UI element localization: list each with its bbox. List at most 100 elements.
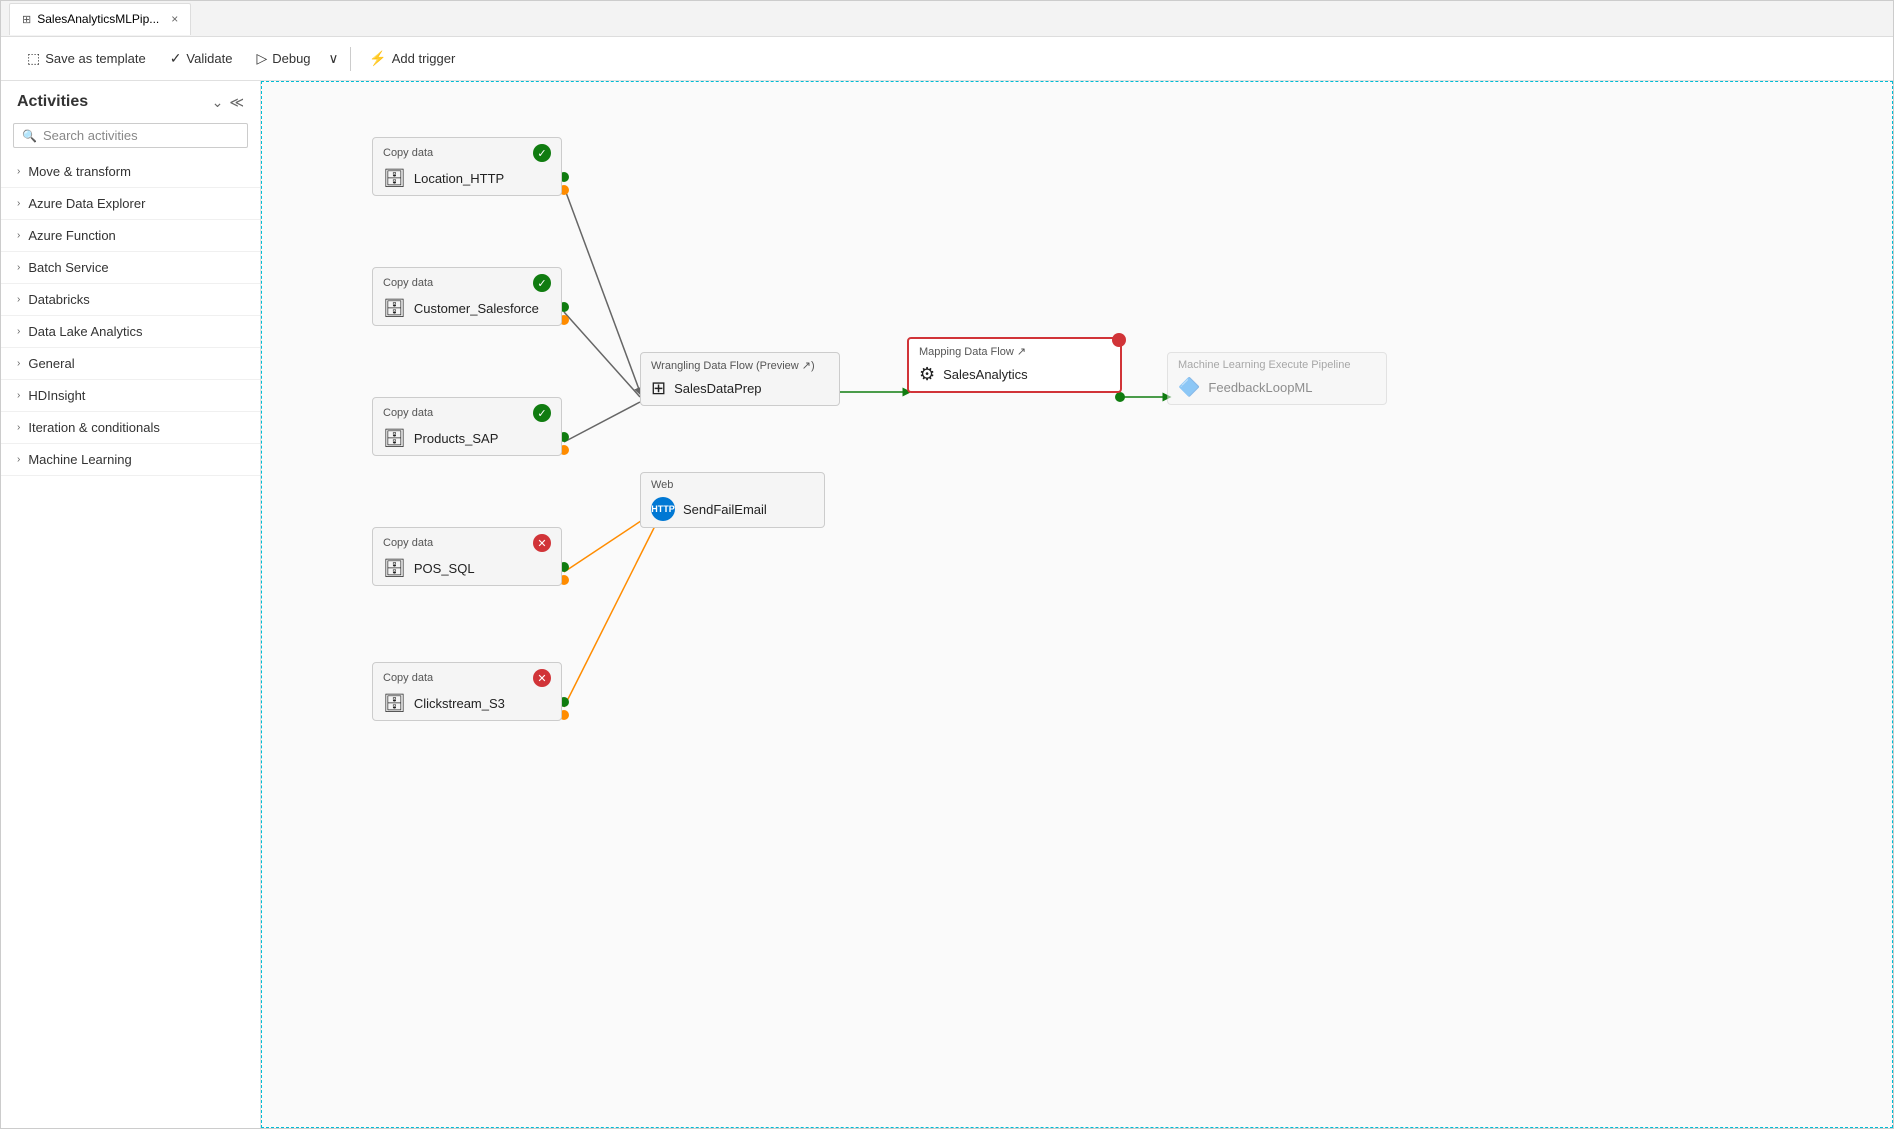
node-label-copy1: Location_HTTP (414, 171, 504, 186)
node-label-web: SendFailEmail (683, 502, 767, 517)
pipeline-tab-icon: ⊞ (22, 13, 31, 26)
node-feedback-loop-ml[interactable]: Machine Learning Execute Pipeline 🔷 Feed… (1167, 352, 1387, 405)
chevron-right-icon: › (17, 454, 20, 465)
toolbar-divider (350, 47, 351, 71)
activity-group-hdinsight[interactable]: › HDInsight (1, 380, 260, 412)
status-success-copy1: ✓ (533, 144, 551, 162)
node-header-copy1: Copy data ✓ (383, 144, 551, 162)
activity-group-data-lake-analytics[interactable]: › Data Lake Analytics (1, 316, 260, 348)
chevron-right-icon: › (17, 198, 20, 209)
validate-button[interactable]: ✓ Validate (160, 45, 243, 72)
node-body-copy5: 🗄 Clickstream_S3 (383, 693, 551, 714)
node-pos-sql[interactable]: Copy data ✕ 🗄 POS_SQL (372, 527, 562, 586)
chevron-right-icon: › (17, 230, 20, 241)
node-header-wrangling: Wrangling Data Flow (Preview ↗) (651, 359, 829, 372)
node-body-copy2: 🗄 Customer_Salesforce (383, 298, 551, 319)
trigger-icon: ⚡ (369, 50, 386, 67)
sidebar-header: Activities ⌄ ≪ (1, 81, 260, 119)
group-label-general: General (28, 356, 74, 371)
node-header-web: Web (651, 479, 814, 491)
chevron-right-icon: › (17, 166, 20, 177)
node-location-http[interactable]: Copy data ✓ 🗄 Location_HTTP (372, 137, 562, 196)
activity-group-azure-function[interactable]: › Azure Function (1, 220, 260, 252)
chevron-right-icon: › (17, 390, 20, 401)
activities-list: › Move & transform › Azure Data Explorer… (1, 156, 260, 1128)
activity-group-iteration-conditionals[interactable]: › Iteration & conditionals (1, 412, 260, 444)
status-error-copy5: ✕ (533, 669, 551, 687)
activity-group-databricks[interactable]: › Databricks (1, 284, 260, 316)
group-label-iteration-conditionals: Iteration & conditionals (28, 420, 160, 435)
node-type-copy5: Copy data (383, 672, 433, 684)
pipeline-canvas[interactable]: Copy data ✓ 🗄 Location_HTTP Copy data ✓ … (261, 81, 1893, 1128)
group-label-hdinsight: HDInsight (28, 388, 85, 403)
node-header-copy5: Copy data ✕ (383, 669, 551, 687)
node-header-ml: Machine Learning Execute Pipeline (1178, 359, 1376, 371)
node-products-sap[interactable]: Copy data ✓ 🗄 Products_SAP (372, 397, 562, 456)
node-label-copy2: Customer_Salesforce (414, 301, 539, 316)
group-label-batch-service: Batch Service (28, 260, 108, 275)
save-as-template-button[interactable]: ⬚ Save as template (17, 45, 156, 72)
toolbar: ⬚ Save as template ✓ Validate ▷ Debug ∨ … (1, 37, 1893, 81)
node-body-copy3: 🗄 Products_SAP (383, 428, 551, 449)
node-header-copy4: Copy data ✕ (383, 534, 551, 552)
activity-group-batch-service[interactable]: › Batch Service (1, 252, 260, 284)
node-header-copy2: Copy data ✓ (383, 274, 551, 292)
dataflow-icon-wrangling: ⊞ (651, 378, 666, 399)
sidebar-title: Activities (17, 93, 88, 111)
pipeline-tab[interactable]: ⊞ SalesAnalyticsMLPip... × (9, 3, 191, 35)
chevron-right-icon: › (17, 358, 20, 369)
tab-close-button[interactable]: × (171, 12, 178, 26)
sidebar-hide-button[interactable]: ≪ (229, 94, 244, 111)
node-customer-salesforce[interactable]: Copy data ✓ 🗄 Customer_Salesforce (372, 267, 562, 326)
group-label-azure-data-explorer: Azure Data Explorer (28, 196, 145, 211)
debug-label: Debug (272, 51, 310, 66)
chevron-right-icon: › (17, 294, 20, 305)
node-type-copy3: Copy data (383, 407, 433, 419)
group-label-azure-function: Azure Function (28, 228, 115, 243)
ml-icon: 🔷 (1178, 377, 1200, 398)
sidebar-collapse-button[interactable]: ⌄ (212, 94, 224, 111)
node-type-wrangling: Wrangling Data Flow (Preview ↗) (651, 359, 815, 372)
node-type-web: Web (651, 479, 673, 491)
add-trigger-label: Add trigger (392, 51, 456, 66)
node-clickstream-s3[interactable]: Copy data ✕ 🗄 Clickstream_S3 (372, 662, 562, 721)
node-body-wrangling: ⊞ SalesDataPrep (651, 378, 829, 399)
search-icon: 🔍 (22, 129, 37, 143)
database-icon-copy3: 🗄 (383, 428, 406, 449)
node-label-copy4: POS_SQL (414, 561, 475, 576)
node-sales-analytics[interactable]: Mapping Data Flow ↗ ⚙ SalesAnalytics (907, 337, 1122, 393)
debug-icon: ▷ (256, 50, 267, 67)
node-body-ml: 🔷 FeedbackLoopML (1178, 377, 1376, 398)
activity-group-general[interactable]: › General (1, 348, 260, 380)
pipeline-tab-label: SalesAnalyticsMLPip... (37, 12, 159, 26)
status-error-copy4: ✕ (533, 534, 551, 552)
group-label-machine-learning: Machine Learning (28, 452, 131, 467)
node-body-copy4: 🗄 POS_SQL (383, 558, 551, 579)
node-sales-data-prep[interactable]: Wrangling Data Flow (Preview ↗) ⊞ SalesD… (640, 352, 840, 406)
activity-group-azure-data-explorer[interactable]: › Azure Data Explorer (1, 188, 260, 220)
node-type-copy4: Copy data (383, 537, 433, 549)
node-label-ml: FeedbackLoopML (1208, 380, 1312, 395)
search-input[interactable] (43, 128, 239, 143)
http-icon: HTTP (651, 497, 675, 521)
connectors-svg (262, 82, 1892, 1127)
database-icon-copy4: 🗄 (383, 558, 406, 579)
chevron-right-icon: › (17, 262, 20, 273)
activity-group-machine-learning[interactable]: › Machine Learning (1, 444, 260, 476)
main-content: Activities ⌄ ≪ 🔍 › Move & transform › (1, 81, 1893, 1128)
add-trigger-button[interactable]: ⚡ Add trigger (359, 45, 465, 72)
node-type-copy1: Copy data (383, 147, 433, 159)
save-template-label: Save as template (45, 51, 145, 66)
dataflow-icon-mapping: ⚙ (919, 364, 935, 385)
status-success-copy3: ✓ (533, 404, 551, 422)
node-send-fail-email[interactable]: Web HTTP SendFailEmail (640, 472, 825, 528)
node-label-wrangling: SalesDataPrep (674, 381, 761, 396)
chevron-right-icon: › (17, 326, 20, 337)
debug-button[interactable]: ▷ Debug (246, 45, 320, 72)
activity-group-move-transform[interactable]: › Move & transform (1, 156, 260, 188)
group-label-databricks: Databricks (28, 292, 89, 307)
node-header-copy3: Copy data ✓ (383, 404, 551, 422)
node-label-mapping: SalesAnalytics (943, 367, 1028, 382)
toolbar-dropdown-button[interactable]: ∨ (325, 46, 343, 72)
group-label-data-lake-analytics: Data Lake Analytics (28, 324, 142, 339)
